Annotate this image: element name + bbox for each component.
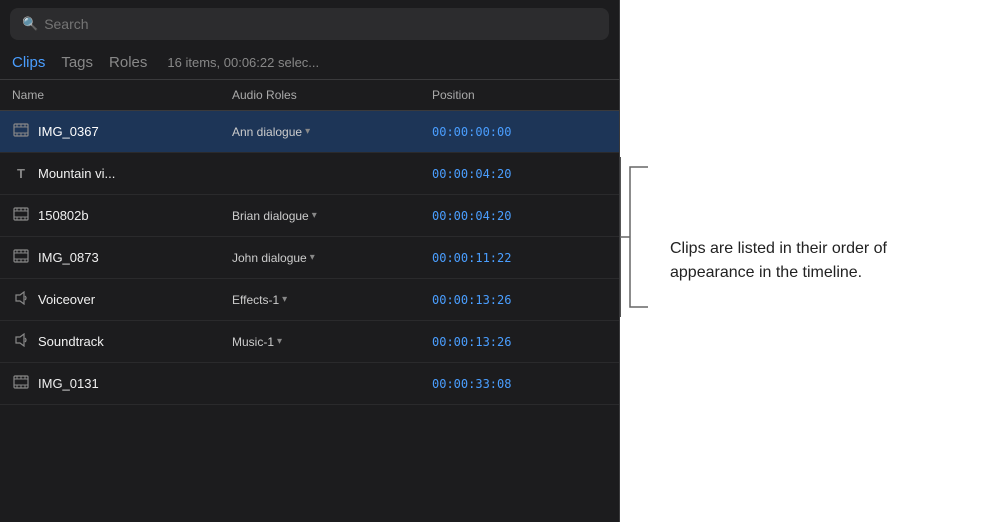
table-row[interactable]: 150802b Brian dialogue ▾ 00:00:04:20 — [0, 195, 619, 237]
clip-name: 150802b — [38, 208, 89, 223]
role-dropdown[interactable]: Brian dialogue ▾ — [232, 209, 317, 223]
tabs-bar: Clips Tags Roles 16 items, 00:06:22 sele… — [0, 48, 619, 80]
position-cell: 00:00:04:20 — [432, 209, 582, 223]
name-cell: T Mountain vi... — [12, 166, 232, 181]
clip-name: IMG_0367 — [38, 124, 99, 139]
clip-name: Soundtrack — [38, 334, 104, 349]
table-row[interactable]: Voiceover Effects-1 ▾ 00:00:13:26 — [0, 279, 619, 321]
position-cell: 00:00:13:26 — [432, 335, 582, 349]
annotation-panel: Clips are listed in their order of appea… — [620, 0, 1004, 522]
role-label: Brian dialogue — [232, 209, 309, 223]
chevron-down-icon: ▾ — [312, 210, 317, 221]
table-row[interactable]: IMG_0131 00:00:33:08 — [0, 363, 619, 405]
table-row[interactable]: IMG_0367 Ann dialogue ▾ 00:00:00:00 — [0, 111, 619, 153]
chevron-down-icon: ▾ — [305, 126, 310, 137]
audio-icon — [12, 333, 30, 350]
position-cell: 00:00:13:26 — [432, 293, 582, 307]
chevron-down-icon: ▾ — [277, 336, 282, 347]
role-cell[interactable]: Effects-1 ▾ — [232, 293, 432, 307]
role-label: John dialogue — [232, 251, 307, 265]
tab-clips[interactable]: Clips — [12, 52, 45, 73]
header-name: Name — [12, 84, 232, 106]
role-dropdown[interactable]: Effects-1 ▾ — [232, 293, 287, 307]
clip-name: Mountain vi... — [38, 166, 115, 181]
role-dropdown[interactable]: Music-1 ▾ — [232, 335, 282, 349]
name-cell: Voiceover — [12, 291, 232, 308]
annotation-text: Clips are listed in their order of appea… — [670, 237, 950, 285]
clip-name: IMG_0873 — [38, 250, 99, 265]
position-cell: 00:00:11:22 — [432, 251, 582, 265]
clips-panel: 🔍 Clips Tags Roles 16 items, 00:06:22 se… — [0, 0, 620, 522]
name-cell: IMG_0873 — [12, 249, 232, 266]
role-label: Ann dialogue — [232, 125, 302, 139]
role-cell[interactable]: Ann dialogue ▾ — [232, 125, 432, 139]
clip-name: Voiceover — [38, 292, 95, 307]
name-cell: IMG_0131 — [12, 375, 232, 392]
film-icon — [12, 375, 30, 392]
tab-roles[interactable]: Roles — [109, 52, 147, 73]
clip-name: IMG_0131 — [38, 376, 99, 391]
position-cell: 00:00:33:08 — [432, 377, 582, 391]
title-icon: T — [12, 166, 30, 181]
table-row[interactable]: T Mountain vi... 00:00:04:20 — [0, 153, 619, 195]
role-label: Effects-1 — [232, 293, 279, 307]
role-cell[interactable]: Music-1 ▾ — [232, 335, 432, 349]
role-dropdown[interactable]: John dialogue ▾ — [232, 251, 315, 265]
chevron-down-icon: ▾ — [310, 252, 315, 263]
film-icon — [12, 249, 30, 266]
position-cell: 00:00:00:00 — [432, 125, 582, 139]
table-row[interactable]: Soundtrack Music-1 ▾ 00:00:13:26 — [0, 321, 619, 363]
name-cell: 150802b — [12, 207, 232, 224]
chevron-down-icon: ▾ — [282, 294, 287, 305]
header-audio-roles: Audio Roles — [232, 84, 432, 106]
role-cell[interactable]: Brian dialogue ▾ — [232, 209, 432, 223]
tab-info: 16 items, 00:06:22 selec... — [167, 55, 319, 70]
role-label: Music-1 — [232, 335, 274, 349]
name-cell: IMG_0367 — [12, 123, 232, 140]
film-icon — [12, 207, 30, 224]
table-row[interactable]: IMG_0873 John dialogue ▾ 00:00:11:22 — [0, 237, 619, 279]
audio-icon — [12, 291, 30, 308]
tab-tags[interactable]: Tags — [61, 52, 93, 73]
table-body: IMG_0367 Ann dialogue ▾ 00:00:00:00 T Moun… — [0, 111, 619, 522]
role-cell[interactable]: John dialogue ▾ — [232, 251, 432, 265]
film-icon — [12, 123, 30, 140]
position-cell: 00:00:04:20 — [432, 167, 582, 181]
search-bar[interactable]: 🔍 — [10, 8, 609, 40]
table-header: Name Audio Roles Position — [0, 80, 619, 111]
header-position: Position — [432, 84, 582, 106]
annotation-bracket — [620, 157, 650, 317]
search-icon: 🔍 — [22, 16, 38, 32]
name-cell: Soundtrack — [12, 333, 232, 350]
role-dropdown[interactable]: Ann dialogue ▾ — [232, 125, 310, 139]
search-input[interactable] — [44, 16, 597, 32]
